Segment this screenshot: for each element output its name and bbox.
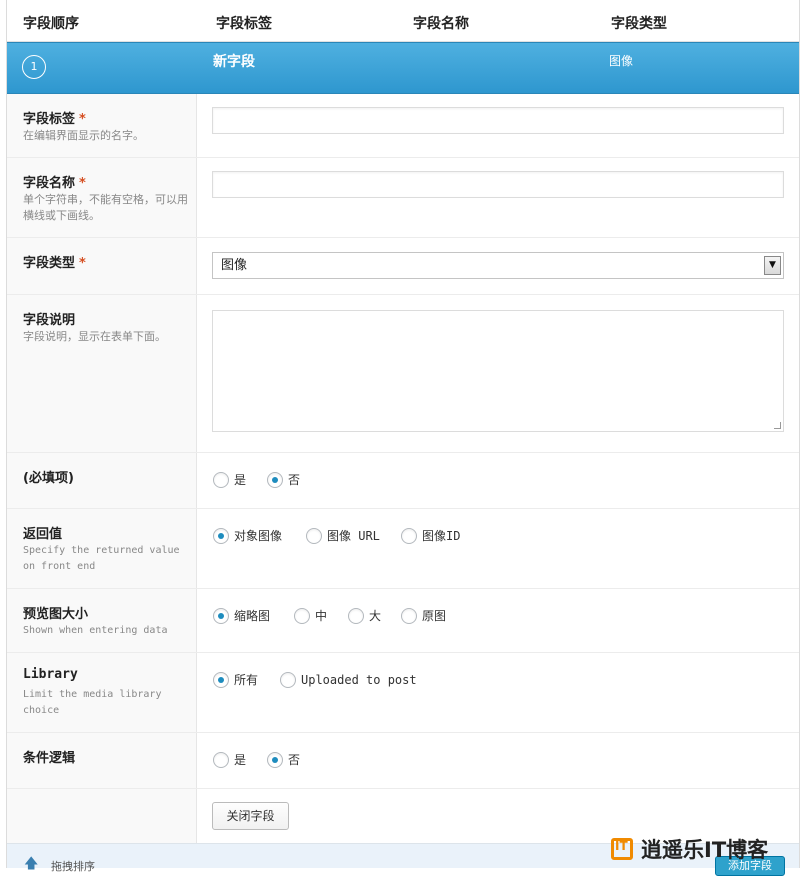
- conditional-logic-title: 条件逻辑: [23, 751, 76, 766]
- row-title: 字段类型 *: [23, 252, 86, 271]
- required-title: (必填项): [23, 471, 74, 486]
- field-editor: 字段顺序 字段标签 字段名称 字段类型 1 新字段 图像 字段标签 * 在编辑界面…: [6, 0, 800, 876]
- library-title: Library: [23, 667, 78, 682]
- row-description: Limit the media library choice: [23, 689, 162, 716]
- required-mark: *: [79, 176, 86, 191]
- header-label: 字段标签: [216, 16, 272, 32]
- radio-dot-checked[interactable]: [213, 528, 229, 544]
- radio-label: 否: [288, 753, 301, 767]
- close-field-button[interactable]: 关闭字段: [212, 802, 289, 830]
- field-type-text: 图像: [609, 54, 634, 68]
- radio-dot[interactable]: [401, 528, 417, 544]
- radio-label: 图像 URL: [327, 529, 380, 543]
- field-type-selected: 图像: [221, 258, 248, 273]
- radio-dot[interactable]: [213, 752, 229, 768]
- radio-label: 是: [234, 753, 247, 767]
- arrow-up-icon: 🡅: [24, 856, 39, 872]
- drag-sort-hint: 拖拽排序: [51, 860, 95, 873]
- radio-dot-checked[interactable]: [213, 608, 229, 624]
- radio-label: 是: [234, 473, 247, 487]
- instructions-textarea[interactable]: [212, 310, 784, 432]
- field-label-link[interactable]: 新字段: [213, 51, 255, 71]
- radio-label: 否: [288, 473, 301, 487]
- watermark-text: 逍遥乐IT博客: [641, 838, 769, 862]
- row-description: Shown when entering data: [23, 625, 168, 636]
- field-type-title: 字段类型: [23, 256, 76, 271]
- header-name: 字段名称: [413, 16, 469, 32]
- radio-dot[interactable]: [213, 472, 229, 488]
- row-conditional-logic: 条件逻辑 是 否: [7, 733, 799, 789]
- row-field-name: 字段名称 * 单个字符串，不能有空格，可以用横线或下画线。: [7, 158, 799, 238]
- row-description: Specify the returned value on front end: [23, 545, 180, 572]
- return-value-title: 返回值: [23, 527, 63, 542]
- radio-dot-checked[interactable]: [213, 672, 229, 688]
- radio-label: 图像ID: [422, 529, 461, 543]
- field-label-title: 字段标签: [23, 112, 76, 127]
- instructions-title: 字段说明: [23, 313, 76, 328]
- radio-dot[interactable]: [306, 528, 322, 544]
- field-row-selected[interactable]: 1 新字段 图像: [7, 42, 799, 94]
- header-type: 字段类型: [611, 16, 667, 32]
- watermark-logo: 逍遥乐IT博客: [611, 834, 768, 862]
- row-field-type: 字段类型 * 图像 ▼: [7, 238, 799, 295]
- field-name-input[interactable]: [212, 171, 784, 198]
- resize-grip-icon[interactable]: [774, 422, 781, 429]
- preview-size-title: 预览图大小: [23, 607, 89, 622]
- radio-label: 大: [369, 609, 382, 623]
- row-field-label: 字段标签 * 在编辑界面显示的名字。: [7, 94, 799, 158]
- required-mark: *: [79, 256, 86, 271]
- radio-label: Uploaded to post: [301, 673, 417, 687]
- chevron-down-icon[interactable]: ▼: [764, 256, 781, 275]
- row-label-cell: 条件逻辑: [7, 733, 197, 788]
- radio-dot[interactable]: [280, 672, 296, 688]
- row-required: (必填项) 是 否: [7, 453, 799, 509]
- field-order-badge[interactable]: 1: [22, 55, 46, 79]
- row-title: 字段标签 *: [23, 108, 86, 127]
- row-description: 在编辑界面显示的名字。: [23, 129, 144, 142]
- row-description: 字段说明，显示在表单下面。: [23, 330, 166, 343]
- radio-dot-checked[interactable]: [267, 752, 283, 768]
- row-label-cell: 返回值 Specify the returned value on front …: [7, 509, 197, 588]
- row-label-cell: (必填项): [7, 453, 197, 508]
- radio-dot[interactable]: [294, 608, 310, 624]
- radio-label: 中: [315, 609, 328, 623]
- table-header: 字段顺序 字段标签 字段名称 字段类型: [7, 0, 799, 42]
- row-library: Library Limit the media library choice 所…: [7, 653, 799, 733]
- header-order: 字段顺序: [23, 16, 79, 32]
- field-type-select[interactable]: 图像 ▼: [212, 252, 784, 279]
- row-label-cell: [7, 789, 197, 843]
- row-description: 单个字符串，不能有空格，可以用横线或下画线。: [23, 193, 188, 222]
- row-title: 字段名称 *: [23, 172, 86, 191]
- row-preview-size: 预览图大小 Shown when entering data 缩略图 中 大 原…: [7, 589, 799, 653]
- row-label-cell: 预览图大小 Shown when entering data: [7, 589, 197, 652]
- it-logo-icon: [611, 838, 633, 860]
- radio-dot-checked[interactable]: [267, 472, 283, 488]
- row-label-cell: 字段标签 * 在编辑界面显示的名字。: [7, 94, 197, 157]
- radio-label: 对象图像: [234, 529, 283, 543]
- row-label-cell: 字段类型 *: [7, 238, 197, 294]
- row-label-cell: 字段名称 * 单个字符串，不能有空格，可以用横线或下画线。: [7, 158, 197, 237]
- required-mark: *: [79, 112, 86, 127]
- radio-label: 原图: [422, 609, 447, 623]
- field-label-input[interactable]: [212, 107, 784, 134]
- row-label-cell: 字段说明 字段说明，显示在表单下面。: [7, 295, 197, 452]
- radio-dot[interactable]: [401, 608, 417, 624]
- radio-label: 缩略图: [234, 609, 271, 623]
- row-instructions: 字段说明 字段说明，显示在表单下面。: [7, 295, 799, 453]
- row-return-value: 返回值 Specify the returned value on front …: [7, 509, 799, 589]
- row-label-cell: Library Limit the media library choice: [7, 653, 197, 732]
- radio-dot[interactable]: [348, 608, 364, 624]
- field-name-title: 字段名称: [23, 176, 76, 191]
- radio-label: 所有: [234, 673, 259, 687]
